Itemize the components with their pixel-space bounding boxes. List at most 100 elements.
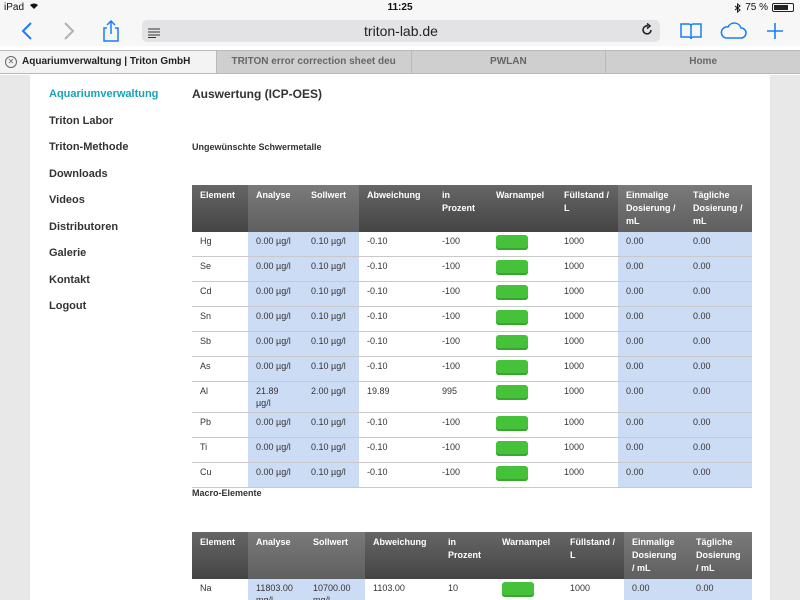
cell-element: Sb	[192, 331, 248, 357]
table-row: Na 11803.00 mg/l 10700.00 mg/l 1103.00 10 100…	[192, 579, 752, 600]
column-header-abweichung: Abweichung	[365, 532, 440, 579]
tab-bar: ✕ Aquariumverwaltung | Triton GmbH TRITO…	[0, 50, 800, 74]
tab-pwlan[interactable]: PWLAN	[410, 51, 606, 73]
cell-warnampel	[488, 232, 556, 257]
cell-einmalige-dosierung: 0.00	[618, 437, 685, 463]
cell-prozent: -100	[434, 412, 488, 438]
cell-abweichung: -0.10	[359, 462, 434, 488]
cell-analyse: 0.00 µg/l	[248, 437, 303, 463]
table-row: Al 21.89 µg/l 2.00 µg/l 19.89 995 1000 0.00 0.0…	[192, 381, 752, 413]
cell-einmalige-dosierung: 0.00	[618, 306, 685, 332]
column-header-sollwert: Sollwert	[303, 185, 359, 232]
cell-taegliche-dosierung: 0.00	[685, 331, 752, 357]
cell-einmalige-dosierung: 0.00	[618, 356, 685, 382]
status-right: 75 %	[734, 2, 794, 13]
table-row: Hg 0.00 µg/l 0.10 µg/l -0.10 -100 1000 0.00 0.0…	[192, 232, 752, 257]
warnampel-indicator	[496, 441, 528, 456]
cell-abweichung: -0.10	[359, 281, 434, 307]
cell-fuellstand: 1000	[556, 306, 618, 332]
address-bar[interactable]: triton-lab.de	[142, 20, 660, 42]
cell-element: Na	[192, 579, 248, 600]
table-header-row: Element Analyse Sollwert Abweichung in Proze…	[192, 532, 752, 579]
cell-warnampel	[488, 356, 556, 382]
cell-element: Al	[192, 381, 248, 413]
cell-analyse: 11803.00 mg/l	[248, 579, 305, 600]
new-tab-button[interactable]	[760, 19, 790, 43]
cell-fuellstand: 1000	[556, 381, 618, 413]
tab-label: Home	[689, 56, 718, 67]
warnampel-indicator	[502, 582, 534, 597]
cell-element: Ti	[192, 437, 248, 463]
cell-einmalige-dosierung: 0.00	[618, 412, 685, 438]
warnampel-indicator	[496, 235, 528, 250]
nav-item-distributoren[interactable]: Distributoren	[49, 220, 179, 247]
column-header-einmalige-dosierung: Einmalige Dosierung / mL	[624, 532, 688, 579]
back-button[interactable]	[12, 19, 42, 43]
nav-item-galerie[interactable]: Galerie	[49, 246, 179, 273]
share-button[interactable]	[96, 19, 126, 43]
tab-label: Aquariumverwaltung | Triton GmbH	[22, 56, 191, 67]
nav-item-triton-labor[interactable]: Triton Labor	[49, 114, 179, 141]
table-row: Cd 0.00 µg/l 0.10 µg/l -0.10 -100 1000 0.00 0.0…	[192, 281, 752, 307]
cell-abweichung: -0.10	[359, 232, 434, 257]
column-header-analyse: Analyse	[248, 185, 303, 232]
plus-icon	[767, 23, 783, 39]
cell-fuellstand: 1000	[556, 256, 618, 282]
cell-analyse: 0.00 µg/l	[248, 281, 303, 307]
cell-warnampel	[488, 412, 556, 438]
nav-item-downloads[interactable]: Downloads	[49, 167, 179, 194]
cell-analyse: 0.00 µg/l	[248, 306, 303, 332]
cell-taegliche-dosierung: 0.00	[685, 281, 752, 307]
cell-sollwert: 0.10 µg/l	[303, 256, 359, 282]
column-header-warnampel: Warnampel	[488, 185, 556, 232]
cell-analyse: 0.00 µg/l	[248, 356, 303, 382]
cell-fuellstand: 1000	[556, 232, 618, 257]
cell-analyse: 0.00 µg/l	[248, 462, 303, 488]
cell-analyse: 0.00 µg/l	[248, 232, 303, 257]
tab-error-correction[interactable]: TRITON error correction sheet deu	[215, 51, 411, 73]
cell-prozent: 10	[440, 579, 494, 600]
cell-taegliche-dosierung: 0.00	[688, 579, 752, 600]
cell-abweichung: -0.10	[359, 306, 434, 332]
nav-item-aquariumverwaltung[interactable]: Aquariumverwaltung	[49, 87, 179, 114]
cell-fuellstand: 1000	[562, 579, 624, 600]
cell-prozent: -100	[434, 462, 488, 488]
close-tab-icon[interactable]: ✕	[5, 56, 17, 68]
icloud-tabs-button[interactable]	[718, 19, 748, 43]
cell-taegliche-dosierung: 0.00	[685, 356, 752, 382]
cell-prozent: 995	[434, 381, 488, 413]
cell-prozent: -100	[434, 281, 488, 307]
nav-item-kontakt[interactable]: Kontakt	[49, 273, 179, 300]
column-header-fuellstand: Füllstand / L	[562, 532, 624, 579]
cell-taegliche-dosierung: 0.00	[685, 462, 752, 488]
cell-warnampel	[488, 281, 556, 307]
cell-warnampel	[494, 579, 562, 600]
cell-taegliche-dosierung: 0.00	[685, 381, 752, 413]
reload-icon[interactable]	[640, 22, 654, 42]
table-row: Sn 0.00 µg/l 0.10 µg/l -0.10 -100 1000 0.00 0.0…	[192, 306, 752, 332]
cell-prozent: -100	[434, 356, 488, 382]
column-header-prozent: in Prozent	[440, 532, 494, 579]
cell-fuellstand: 1000	[556, 281, 618, 307]
cell-einmalige-dosierung: 0.00	[618, 381, 685, 413]
tab-label: PWLAN	[490, 56, 527, 67]
cell-sollwert: 0.10 µg/l	[303, 462, 359, 488]
page-title: Auswertung (ICP-OES)	[192, 87, 323, 101]
cell-prozent: -100	[434, 437, 488, 463]
nav-item-triton-methode[interactable]: Triton-Methode	[49, 140, 179, 167]
column-header-warnampel: Warnampel	[494, 532, 562, 579]
cell-sollwert: 0.10 µg/l	[303, 412, 359, 438]
nav-item-videos[interactable]: Videos	[49, 193, 179, 220]
nav-item-logout[interactable]: Logout	[49, 299, 179, 326]
tab-aquariumverwaltung[interactable]: ✕ Aquariumverwaltung | Triton GmbH	[0, 51, 216, 73]
forward-button[interactable]	[54, 19, 84, 43]
cell-einmalige-dosierung: 0.00	[618, 331, 685, 357]
page-content: Aquariumverwaltung Triton Labor Triton-M…	[30, 75, 770, 600]
tab-home[interactable]: Home	[605, 51, 800, 73]
warnampel-indicator	[496, 260, 528, 275]
table-row: As 0.00 µg/l 0.10 µg/l -0.10 -100 1000 0.00 0.0…	[192, 356, 752, 382]
cell-element: Hg	[192, 232, 248, 257]
bookmarks-button[interactable]	[676, 19, 706, 43]
schwermetalle-table: Element Analyse Sollwert Abweichung in Proze…	[192, 185, 752, 488]
cell-warnampel	[488, 306, 556, 332]
